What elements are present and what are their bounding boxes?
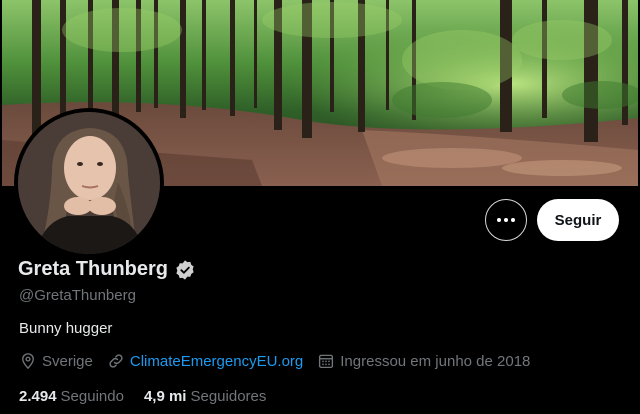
followers-count: 4,9 mi (143, 388, 187, 405)
location-item: Sverige (19, 352, 93, 370)
display-name: Greta Thunberg (18, 258, 169, 280)
profile-handle: @GretaThunberg (19, 287, 136, 304)
location-text: Sverige (42, 352, 93, 370)
website-item[interactable]: ClimateEmergencyEU.org (107, 352, 303, 370)
followers-label: Seguidores (190, 388, 267, 405)
followers-link[interactable]: 4,9 mi Seguidores (144, 388, 266, 405)
profile-bio: Bunny hugger (19, 320, 113, 337)
profile-meta: Sverige ClimateEmergencyEU.org Ingressou… (19, 352, 544, 370)
following-label: Seguindo (60, 388, 124, 405)
location-pin-icon (22, 353, 34, 370)
verified-badge-icon[interactable] (174, 259, 196, 281)
avatar-photo (18, 112, 160, 254)
more-options-button[interactable] (485, 199, 527, 241)
profile-avatar[interactable] (14, 108, 164, 258)
calendar-icon (319, 354, 334, 369)
profile-page: Seguir Greta Thunberg @GretaThunberg Bun… (0, 0, 640, 414)
profile-stats: 2.494 Seguindo 4,9 mi Seguidores (19, 388, 286, 405)
joined-item: Ingressou em junho de 2018 (317, 352, 530, 370)
joined-text: Ingressou em junho de 2018 (340, 352, 531, 370)
following-link[interactable]: 2.494 Seguindo (19, 388, 124, 405)
link-icon (109, 354, 123, 368)
following-count: 2.494 (19, 388, 57, 405)
website-link[interactable]: ClimateEmergencyEU.org (130, 353, 303, 370)
follow-button[interactable]: Seguir (537, 199, 619, 241)
more-horizontal-icon (497, 218, 515, 222)
avatar-portrait-image (18, 112, 160, 254)
profile-name-row: Greta Thunberg (18, 258, 196, 281)
